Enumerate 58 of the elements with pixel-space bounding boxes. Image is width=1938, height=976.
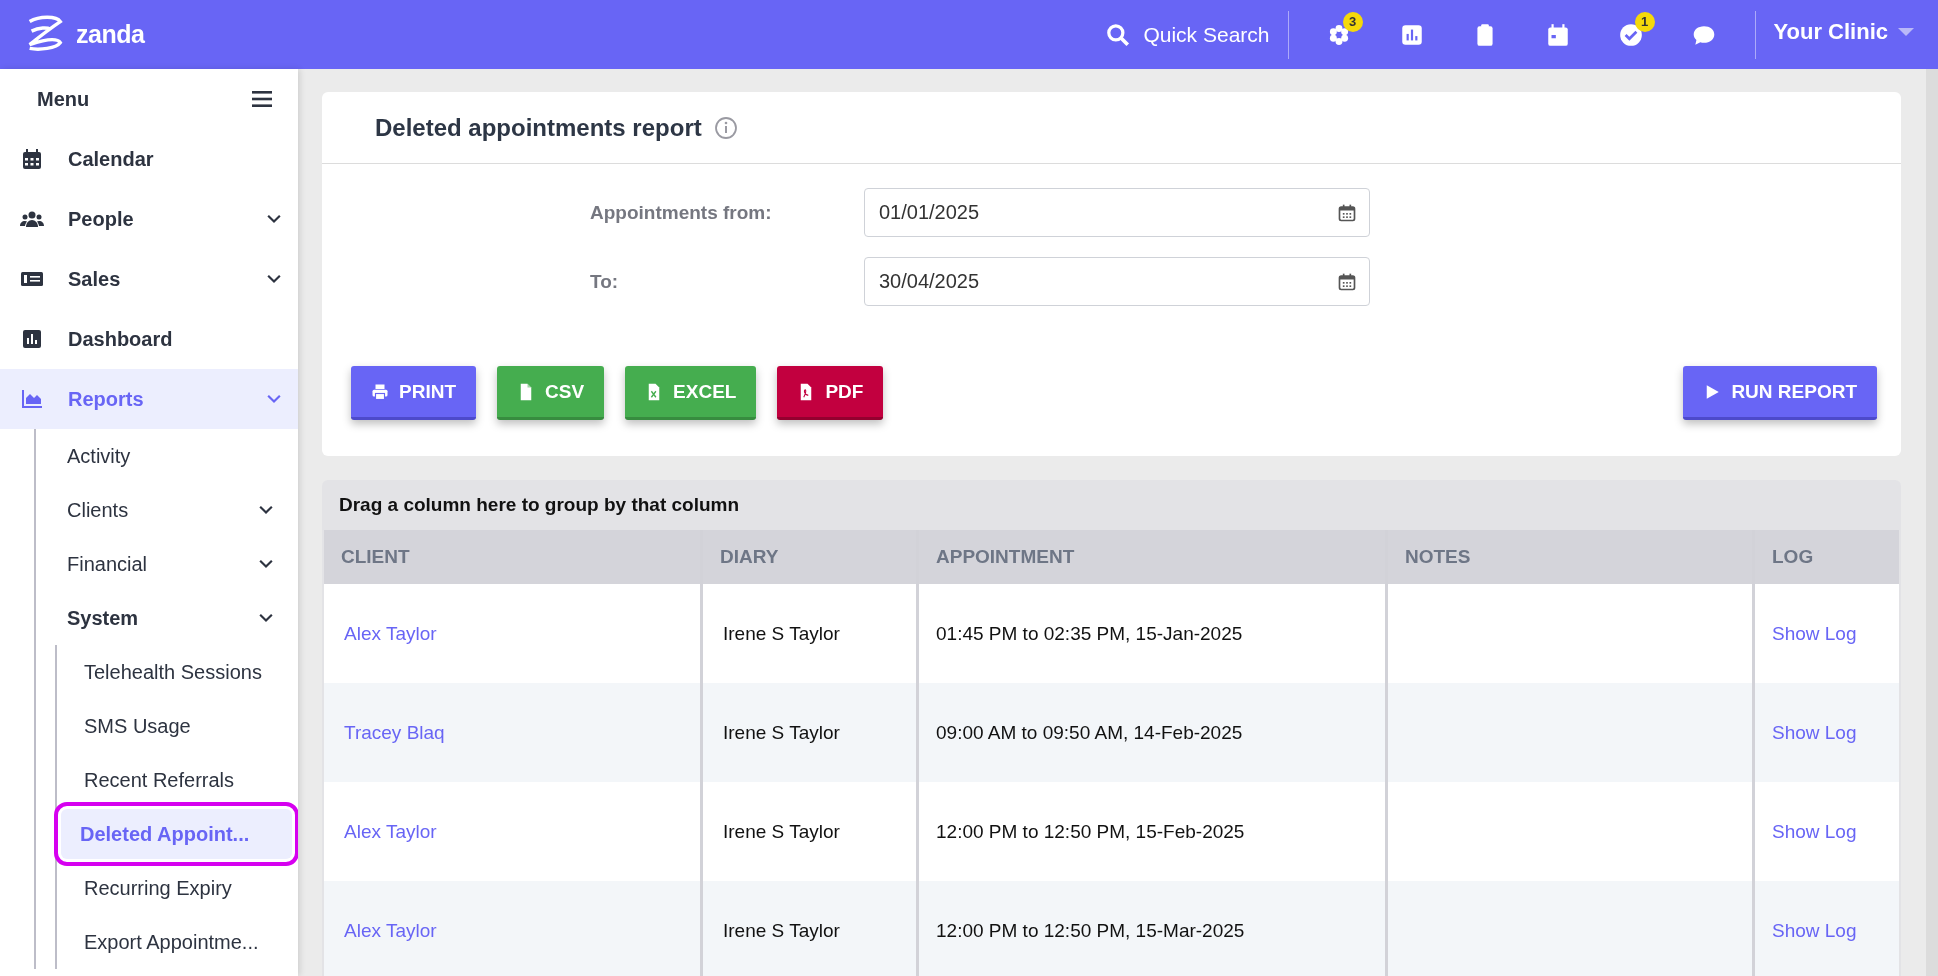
bar-chart-icon xyxy=(20,327,44,351)
show-log-link[interactable]: Show Log xyxy=(1772,622,1857,645)
menu-item[interactable]: Telehealth Sessions xyxy=(61,645,292,699)
clinic-menu[interactable]: Your Clinic xyxy=(1769,18,1918,51)
calendar-icon xyxy=(20,147,44,171)
menu-item[interactable]: Sales xyxy=(0,249,298,309)
menu-item[interactable]: Dashboard xyxy=(0,309,298,369)
menu-item[interactable]: Calendar xyxy=(0,129,298,189)
toolbar-button[interactable]: 1 xyxy=(1594,9,1668,60)
group-drop-area[interactable]: Drag a column here to group by that column xyxy=(324,480,1899,530)
field-label: Appointments from: xyxy=(590,201,773,224)
search-icon xyxy=(1105,21,1132,48)
menu-item[interactable]: Reports xyxy=(0,369,298,429)
table-cell: Irene S Taylor xyxy=(703,584,916,683)
area-chart-icon xyxy=(20,387,44,411)
table-cell: Irene S Taylor xyxy=(703,683,916,782)
excel-button[interactable]: EXCEL xyxy=(625,366,757,420)
menu-title: Menu xyxy=(37,87,90,111)
table-cell: Irene S Taylor xyxy=(703,782,916,881)
pdf-button[interactable]: PDF xyxy=(777,366,884,420)
logo-text: zanda xyxy=(76,20,145,49)
count-badge: 3 xyxy=(1342,11,1363,32)
show-log-link[interactable]: Show Log xyxy=(1772,721,1857,744)
calendar-icon xyxy=(1337,202,1357,223)
field-label: To: xyxy=(590,270,620,293)
table-cell: 12:00 PM to 12:50 PM, 15-Feb-2025 xyxy=(919,782,1385,881)
menu-item[interactable]: Clients xyxy=(36,483,298,537)
menu-item[interactable]: Export Appointme... xyxy=(61,915,292,969)
client-link[interactable]: Alex Taylor xyxy=(344,919,437,942)
table-cell: 01:45 PM to 02:35 PM, 15-Jan-2025 xyxy=(919,584,1385,683)
menu-item[interactable]: SMS Usage xyxy=(61,699,292,753)
toolbar-button[interactable]: 3 xyxy=(1302,9,1376,60)
report-title: Deleted appointments report xyxy=(375,113,702,142)
client-link[interactable]: Alex Taylor xyxy=(344,622,437,645)
print-button[interactable]: PRINT xyxy=(351,366,476,420)
csv-button[interactable]: CSV xyxy=(497,366,605,420)
show-log-link[interactable]: Show Log xyxy=(1772,919,1857,942)
date-field[interactable]: 01/01/2025 xyxy=(864,188,1370,237)
show-log-link[interactable]: Show Log xyxy=(1772,820,1857,843)
caret-icon xyxy=(1898,27,1914,36)
calendar-icon xyxy=(1545,21,1571,48)
menu-item[interactable]: Recurring Expiry xyxy=(61,861,292,915)
menu-item[interactable]: Recent Referrals xyxy=(61,753,292,807)
table-cell: 09:00 AM to 09:50 AM, 14-Feb-2025 xyxy=(919,683,1385,782)
quick-search-button[interactable]: Quick Search xyxy=(1101,21,1274,48)
date-field[interactable]: 30/04/2025 xyxy=(864,257,1370,306)
count-badge: 1 xyxy=(1634,11,1655,32)
run-report-button[interactable]: RUN REPORT xyxy=(1683,366,1877,420)
menu-item[interactable]: Financial xyxy=(36,537,298,591)
menu-item[interactable]: People xyxy=(0,189,298,249)
menu-item[interactable]: System xyxy=(36,591,298,645)
table-cell: 12:00 PM to 12:50 PM, 15-Mar-2025 xyxy=(919,881,1385,976)
menu-item[interactable]: Activity xyxy=(36,429,298,483)
table-cell: Irene S Taylor xyxy=(703,881,916,976)
client-link[interactable]: Tracey Blaq xyxy=(344,721,445,744)
calendar-icon xyxy=(1337,271,1357,292)
client-link[interactable]: Alex Taylor xyxy=(344,820,437,843)
info-icon xyxy=(713,115,738,140)
